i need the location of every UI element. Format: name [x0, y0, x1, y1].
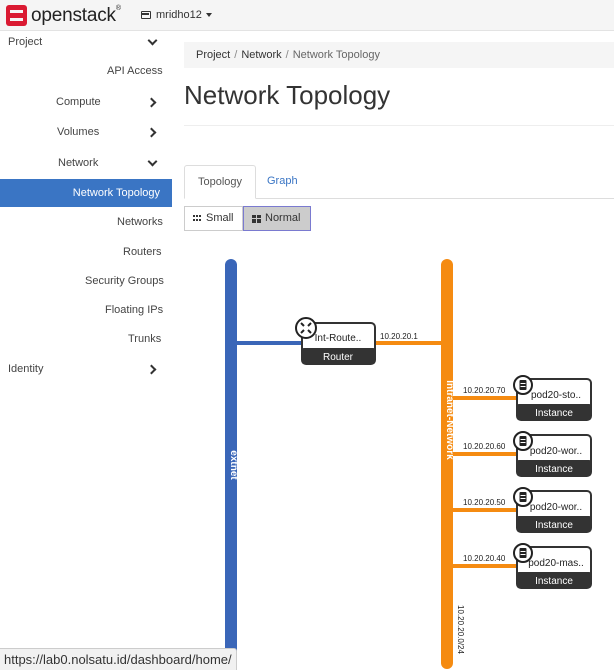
internal-network[interactable]: Intranet-Network 10.20.20.0/24 [441, 259, 465, 669]
sidebar-item-network[interactable]: Network [58, 149, 98, 177]
sidebar-item-project[interactable]: Project [8, 28, 42, 56]
sidebar-item-identity[interactable]: Identity [8, 355, 43, 383]
tab-graph[interactable]: Graph [254, 165, 311, 199]
chevron-down-icon [147, 156, 158, 167]
instance-node[interactable]: 10.20.20.40 pod20-mas.. Instance [453, 543, 592, 589]
breadcrumb-separator: / [285, 49, 289, 61]
small-view-button[interactable]: Small [184, 206, 243, 231]
instance-name: pod20-mas.. [528, 558, 584, 569]
instance-type: Instance [535, 520, 573, 531]
brand-registered-mark: ® [115, 4, 121, 12]
sidebar-item-label: Compute [56, 96, 101, 108]
page-title: Network Topology [184, 80, 391, 110]
internal-network-bar [441, 259, 453, 669]
external-network[interactable]: extnet [225, 259, 239, 670]
sidebar-item-label: Routers [123, 246, 162, 258]
project-icon [141, 11, 151, 19]
sidebar-item-label: Identity [8, 363, 44, 375]
sidebar-item-floating-ips[interactable]: Floating IPs [105, 296, 163, 324]
sidebar-item-label: Floating IPs [105, 304, 164, 316]
sidebar-item-label: API Access [107, 65, 163, 77]
instance-name: pod20-sto.. [531, 390, 581, 401]
top-navbar: openstack® mridho12 [0, 0, 614, 31]
sidebar-item-routers[interactable]: Routers [123, 238, 162, 266]
brand-name: openstack [31, 4, 116, 26]
instance-type: Instance [535, 464, 573, 475]
internal-network-cidr: 10.20.20.0/24 [456, 605, 465, 654]
chevron-down-icon [147, 35, 158, 46]
project-selector-label: mridho12 [156, 9, 202, 21]
server-icon-body [519, 548, 527, 558]
sidebar-item-label: Trunks [128, 333, 162, 345]
grid-large-icon [252, 214, 261, 223]
instance-ip-label: 10.20.20.50 [463, 498, 506, 507]
instance-node[interactable]: 10.20.20.70 pod20-sto.. Instance [453, 375, 592, 421]
router-icon [295, 317, 317, 339]
breadcrumb-current: Network Topology [292, 49, 380, 61]
project-selector[interactable]: mridho12 [141, 9, 212, 21]
sidebar: Project API Access Compute Volumes Netwo… [0, 31, 172, 670]
instance-node[interactable]: 10.20.20.50 pod20-wor.. Instance [453, 487, 592, 533]
chevron-right-icon [146, 97, 157, 108]
instance-ip-label: 10.20.20.60 [463, 442, 506, 451]
instance-type: Instance [535, 576, 573, 587]
instance-ip-label: 10.20.20.40 [463, 554, 506, 563]
sidebar-item-label: Network [58, 157, 99, 169]
router-type: Router [323, 352, 354, 363]
normal-view-label: Normal [265, 212, 301, 224]
instances-layer: 10.20.20.70 pod20-sto..Instance10.20.20.6… [453, 375, 592, 589]
internal-network-label: Intranet-Network [444, 380, 455, 460]
sidebar-item-label: Volumes [57, 126, 100, 138]
small-view-label: Small [206, 212, 234, 224]
instance-type: Instance [535, 408, 573, 419]
server-icon-body [519, 380, 527, 390]
browser-status-url: https://lab0.nolsatu.id/dashboard/home/ [0, 648, 237, 670]
sidebar-item-trunks[interactable]: Trunks [128, 325, 161, 353]
tab-topology[interactable]: Topology [184, 165, 257, 199]
title-divider [184, 125, 614, 126]
instance-ip-label: 10.20.20.70 [463, 386, 506, 395]
sidebar-item-volumes[interactable]: Volumes [57, 118, 99, 146]
openstack-logo-icon [6, 5, 27, 26]
router-ip-label: 10.20.20.1 [380, 332, 418, 341]
sidebar-item-security-groups[interactable]: Security Groups [85, 267, 164, 295]
grid-small-icon [193, 215, 202, 222]
breadcrumb-project[interactable]: Project [196, 49, 230, 61]
breadcrumb-separator: / [234, 49, 238, 61]
server-icon-body [519, 492, 527, 502]
sidebar-item-compute[interactable]: Compute [56, 88, 101, 116]
chevron-right-icon [146, 364, 157, 375]
breadcrumb-network[interactable]: Network [241, 49, 281, 61]
breadcrumb: Project / Network / Network Topology [184, 42, 614, 68]
server-icon-body [519, 436, 527, 446]
normal-view-button[interactable]: Normal [243, 206, 311, 231]
instance-name: pod20-wor.. [530, 502, 582, 513]
sidebar-item-api-access[interactable]: API Access [107, 57, 163, 85]
network-topology-canvas[interactable]: extnet Intranet-Network 10.20.20.0/24 10… [184, 248, 614, 670]
router-node[interactable]: Int-Route.. Router [295, 317, 376, 365]
sidebar-item-label: Project [8, 36, 43, 48]
sidebar-item-networks[interactable]: Networks [117, 208, 163, 236]
openstack-logo[interactable]: openstack® [6, 5, 121, 26]
router-name: Int-Route.. [315, 333, 362, 344]
instance-node[interactable]: 10.20.20.60 pod20-wor.. Instance [453, 431, 592, 477]
external-network-label: extnet [228, 450, 239, 480]
sidebar-item-label: Security Groups [85, 275, 164, 287]
caret-down-icon [205, 13, 212, 17]
sidebar-item-network-topology[interactable]: Network Topology [0, 179, 172, 207]
chevron-right-icon [146, 127, 157, 138]
sidebar-item-label: Networks [117, 216, 163, 228]
sidebar-item-label: Network Topology [72, 187, 160, 199]
instance-name: pod20-wor.. [530, 446, 582, 457]
